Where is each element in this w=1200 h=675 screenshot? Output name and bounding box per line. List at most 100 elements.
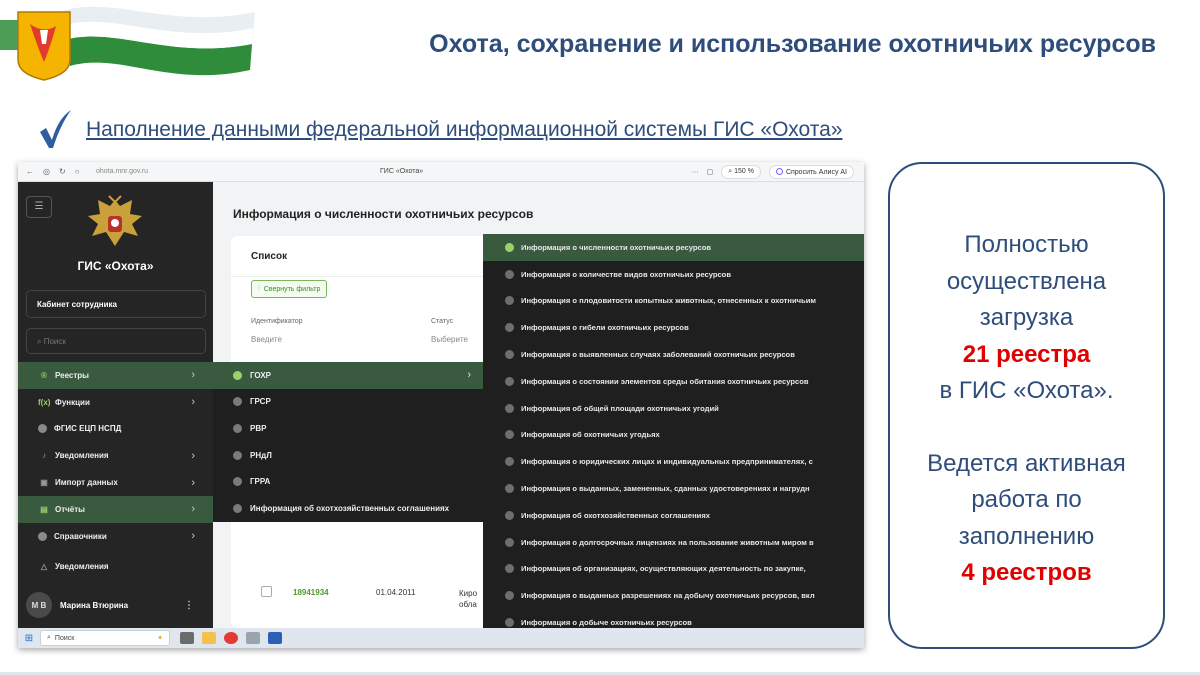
address-bar[interactable]: ohota.mnr.gov.ru (96, 168, 148, 175)
russia-emblem-icon (88, 195, 142, 246)
sidebar-item-fgis[interactable]: ФГИС ЕЦП НСПД (18, 416, 213, 443)
word-app-icon[interactable] (268, 632, 282, 644)
summary-highlight: 21 реестра (962, 340, 1091, 368)
secure-icon: ○ (74, 167, 80, 176)
bell-icon: △ (40, 562, 48, 572)
sidebar-item-label: Отчёты (55, 504, 85, 514)
sidebar-item-label: Функции (55, 397, 90, 407)
dot-icon (505, 323, 514, 333)
dot-icon (505, 376, 514, 386)
summary-text: осуществлена (946, 267, 1107, 295)
sidebar-item-label: Импорт данных (55, 478, 118, 488)
row-id-link[interactable]: 18941934 (293, 588, 329, 597)
chevron-right-icon: › (191, 369, 195, 382)
gis-screenshot: ← ◎ ↻ ○ ohota.mnr.gov.ru ГИС «Охота» ···… (18, 162, 864, 648)
file-explorer-icon[interactable] (202, 632, 216, 644)
report-item[interactable]: Информация об организациях, осуществляющ… (483, 556, 864, 583)
search-icon: ⌕ (37, 337, 44, 346)
report-item[interactable]: Информация о добыче охотничьих ресурсов (483, 609, 864, 628)
submenu-item-rndl[interactable]: РНдЛ (213, 442, 483, 469)
report-item[interactable]: Информация о выданных, замененных, сданн… (483, 475, 864, 502)
kirov-flag-logo (0, 6, 255, 81)
bookmark-icon[interactable]: ▢ (707, 168, 714, 176)
yandex-browser-icon[interactable] (224, 632, 238, 644)
report-item[interactable]: Информация о численности охотничьих ресу… (483, 234, 864, 261)
profile-icon[interactable]: ◎ (43, 167, 50, 176)
sidebar-item-reports[interactable]: ▤ Отчёты › (18, 495, 213, 523)
dot-icon (505, 457, 514, 467)
slide-title: Охота, сохранение и использование охотни… (429, 30, 1156, 58)
summary-box: Полностью осуществлена загрузка 21 реест… (888, 162, 1165, 649)
filter-input-id[interactable]: Введите (251, 335, 282, 344)
dot-icon (505, 564, 514, 574)
collapse-sidebar-icon[interactable]: ☰ (26, 196, 52, 218)
page-title: Информация о численности охотничьих ресу… (233, 207, 534, 221)
filter-select-status[interactable]: Выберите (431, 335, 468, 344)
taskbar-search-input[interactable]: ⌕ Поиск ✦ (40, 630, 170, 646)
submenu-item-gokhr[interactable]: ГОХР › (213, 362, 483, 389)
submenu-item-agreements[interactable]: Информация об охотхозяйственных соглашен… (213, 495, 483, 522)
notes-app-icon[interactable] (246, 632, 260, 644)
filter-label-id: Идентификатор (251, 318, 303, 325)
user-profile[interactable]: М В Марина Втюрина ⋮ (26, 592, 206, 618)
card-title: Список (251, 251, 288, 262)
sidebar-item-registries[interactable]: ® Реестры › (18, 362, 213, 389)
sidebar-item-label: Уведомления (55, 451, 109, 461)
windows-start-icon[interactable]: ⊞ (18, 633, 40, 644)
chevron-right-icon: › (191, 503, 195, 516)
chevron-right-icon: › (191, 476, 195, 489)
sidebar: ☰ ГИС «Охота» Кабинет сотрудника ⌕ Поиск… (18, 182, 213, 628)
task-view-icon[interactable] (180, 632, 194, 644)
checkmark-icon (40, 110, 71, 148)
zoom-indicator[interactable]: ⌕ 150 % (721, 165, 761, 179)
sidebar-search-input[interactable]: ⌕ Поиск (26, 328, 206, 354)
reload-icon[interactable]: ↻ (59, 167, 66, 176)
report-item[interactable]: Информация о количестве видов охотничьих… (483, 261, 864, 288)
cabinet-selector[interactable]: Кабинет сотрудника (26, 290, 206, 318)
import-icon: ▣ (40, 478, 48, 488)
report-item[interactable]: Информация об охотхозяйственных соглашен… (483, 502, 864, 529)
kebab-menu-icon[interactable]: ⋮ (184, 600, 194, 611)
sidebar-item-import[interactable]: ▣ Импорт данных › (18, 469, 213, 496)
avatar: М В (26, 592, 52, 618)
dot-icon (233, 397, 242, 407)
collapse-filter-button[interactable]: ⫶ Свернуть фильтр (251, 280, 328, 298)
report-item[interactable]: Информация о юридических лицах и индивид… (483, 448, 864, 475)
report-item[interactable]: Информация о выявленных случаях заболева… (483, 341, 864, 368)
sidebar-item-functions[interactable]: f(x) Функции › (18, 389, 213, 416)
report-item[interactable]: Информация о состоянии элементов среды о… (483, 368, 864, 395)
ask-alice-button[interactable]: Спросить Алису AI (768, 165, 854, 179)
row-checkbox[interactable] (261, 586, 272, 597)
more-menu-icon[interactable]: ··· (692, 169, 699, 176)
dot-icon (505, 350, 514, 360)
dot-icon (38, 531, 47, 541)
report-item[interactable]: Информация о плодовитости копытных живот… (483, 288, 864, 315)
row-date: 01.04.2011 (376, 588, 416, 597)
summary-text: Ведется активная (927, 449, 1126, 477)
report-item[interactable]: Информация об охотничьих угодьях (483, 422, 864, 449)
sidebar-item-label: Уведомления (55, 562, 109, 572)
sparkle-icon: ✦ (157, 635, 163, 642)
browser-bar: ← ◎ ↻ ○ ohota.mnr.gov.ru ГИС «Охота» ···… (18, 162, 864, 182)
registries-submenu: ГОХР › ГРСР РВР РНдЛ ГРРА Информация об … (213, 362, 483, 522)
filter-label-status: Статус (431, 318, 454, 325)
report-item[interactable]: Информация о долгосрочных лицензиях на п… (483, 529, 864, 556)
submenu-item-rvr[interactable]: РВР (213, 415, 483, 442)
report-item[interactable]: Информация о выданных разрешениях на доб… (483, 582, 864, 609)
summary-text: заполнению (958, 522, 1095, 550)
submenu-item-grra[interactable]: ГРРА (213, 468, 483, 495)
dot-icon (233, 423, 242, 433)
submenu-item-grsr[interactable]: ГРСР (213, 389, 483, 416)
report-item[interactable]: Информация об общей площади охотничьих у… (483, 395, 864, 422)
report-item[interactable]: Информация о гибели охотничьих ресурсов (483, 314, 864, 341)
back-arrow-icon[interactable]: ← (26, 167, 34, 176)
sidebar-item-notifications-bottom[interactable]: △ Уведомления (18, 554, 213, 581)
app-name: ГИС «Охота» (77, 259, 154, 273)
dot-icon (233, 503, 242, 513)
sidebar-item-notifications[interactable]: ♪ Уведомления › (18, 442, 213, 469)
sidebar-menu: ® Реестры › f(x) Функции › ФГИС ЕЦП НСПД… (18, 362, 213, 580)
chevron-right-icon: › (191, 530, 195, 543)
sidebar-item-label: Реестры (55, 370, 90, 380)
summary-text: Полностью (964, 231, 1089, 258)
sidebar-item-directories[interactable]: Справочники › (18, 523, 213, 550)
